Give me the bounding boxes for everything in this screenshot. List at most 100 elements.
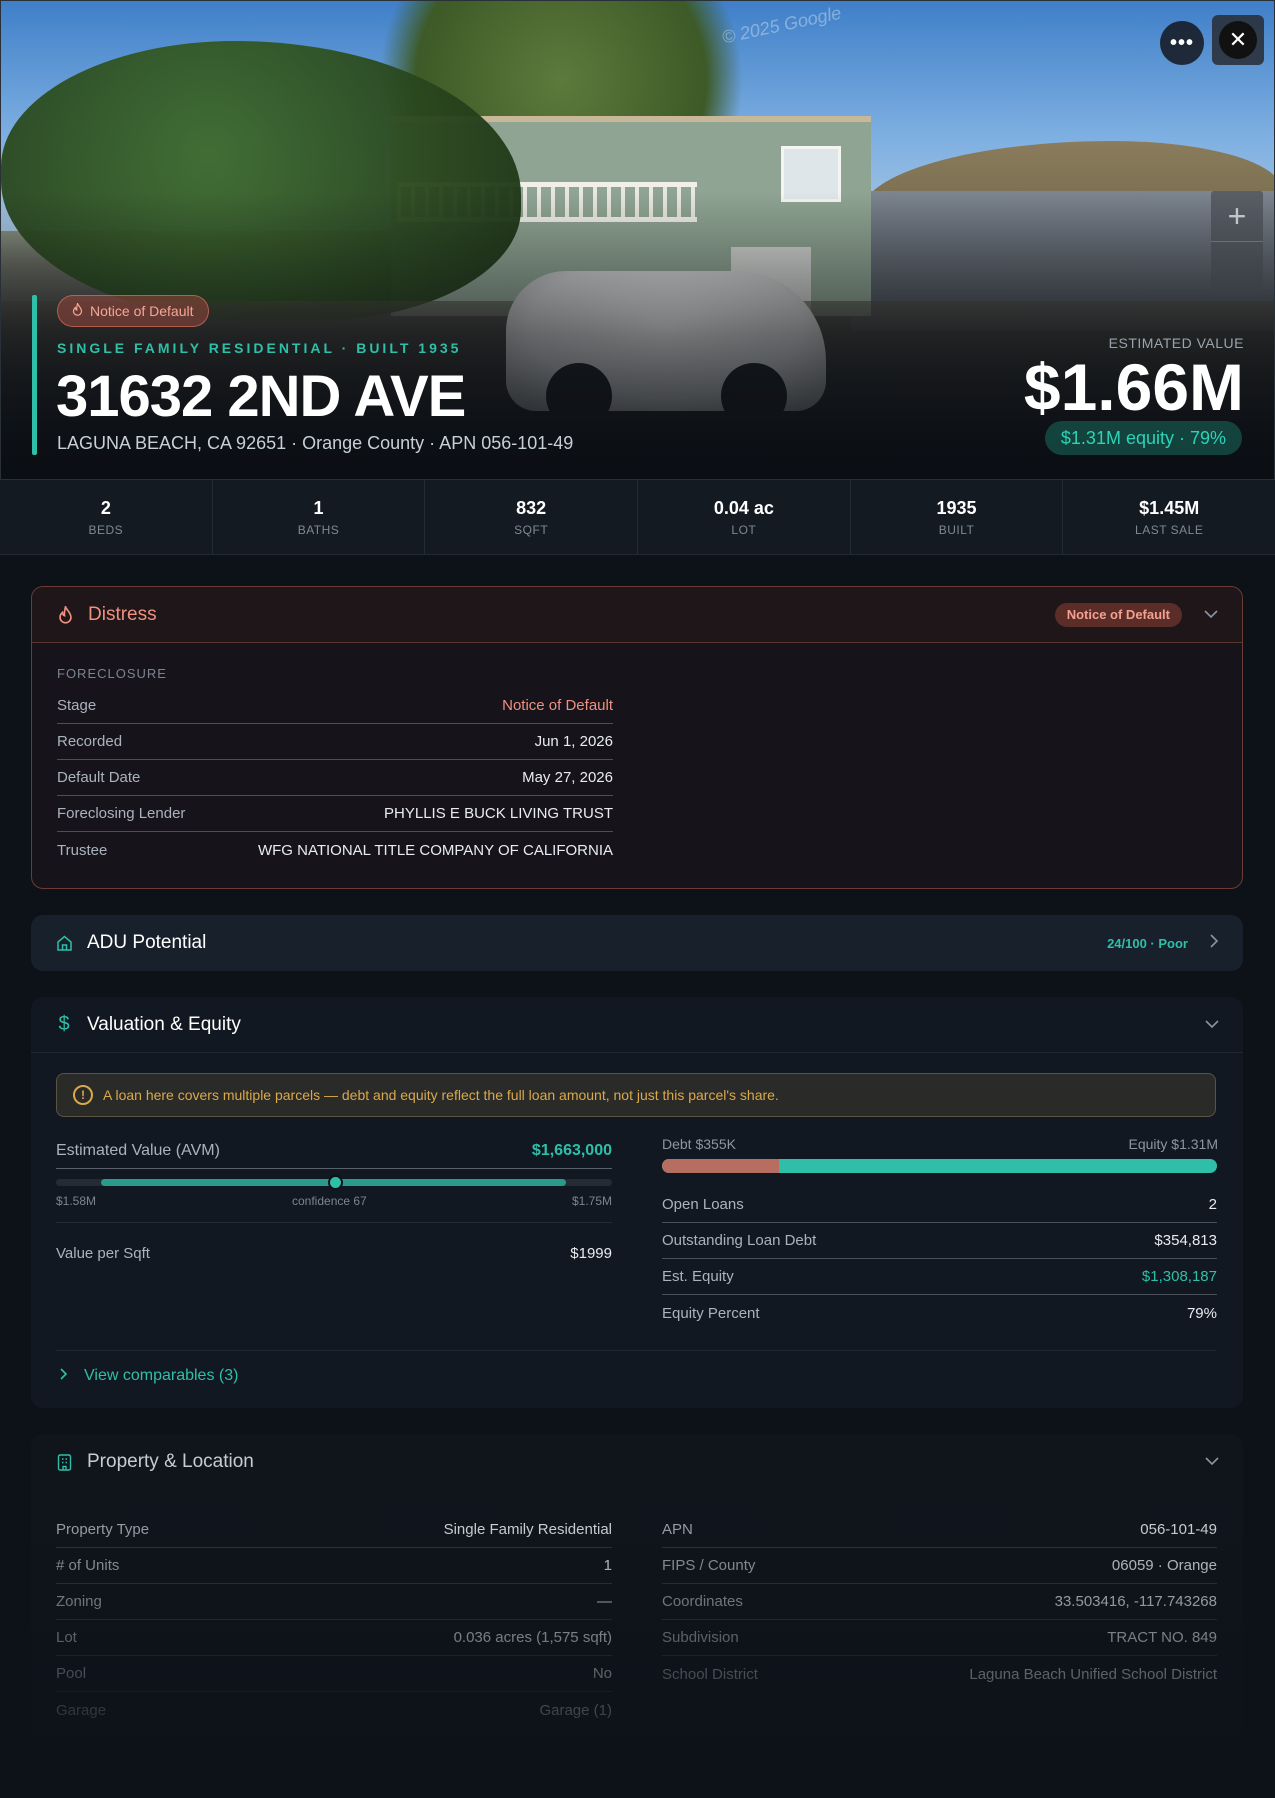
kv-recorded: Recorded Jun 1, 2026 (57, 724, 613, 760)
chevron-right-icon (1210, 933, 1219, 953)
kv-key: Foreclosing Lender (57, 805, 186, 822)
alert-icon: ! (73, 1085, 93, 1105)
debt-equity-bar (662, 1159, 1217, 1173)
zoom-in-button[interactable]: + (1211, 191, 1263, 241)
title-accent-bar (32, 295, 37, 455)
stat-label: LOT (731, 523, 757, 537)
distress-header[interactable]: Distress Notice of Default (32, 587, 1242, 643)
stat-built: 1935 BUILT (851, 480, 1064, 554)
estimated-value: $1.66M (1023, 350, 1244, 424)
adu-header[interactable]: ADU Potential 24/100 · Poor (31, 915, 1243, 971)
stats-bar: 2 BEDS 1 BATHS 832 SQFT 0.04 ac LOT 1935 BUIL… (0, 480, 1275, 555)
zoom-out-button[interactable] (1211, 241, 1263, 291)
kv-key: Outstanding Loan Debt (662, 1232, 817, 1249)
adu-title: ADU Potential (87, 932, 207, 953)
kv-default-date: Default Date May 27, 2026 (57, 760, 613, 796)
kv-value: No (592, 1665, 612, 1682)
divider (56, 1222, 612, 1223)
kv-garage: Garage Garage (1) (56, 1692, 612, 1728)
avm-range-bar (56, 1175, 612, 1190)
kv-key: Subdivision (662, 1629, 739, 1646)
chevron-down-icon (1205, 1016, 1219, 1034)
property-title: Property & Location (87, 1451, 254, 1472)
stat-value: 2 (100, 498, 111, 518)
kv-outstanding-debt: Outstanding Loan Debt $354,813 (662, 1223, 1217, 1259)
avm-range-low: $1.58M (56, 1194, 97, 1208)
stat-lot: 0.04 ac LOT (638, 480, 851, 554)
property-address: LAGUNA BEACH, CA 92651 · Orange County ·… (57, 433, 574, 453)
kv-avm: Estimated Value (AVM) $1,663,000 (56, 1133, 612, 1169)
distress-badge: Notice of Default (1054, 602, 1182, 627)
kv-key: School District (662, 1665, 758, 1683)
stat-baths: 1 BATHS (213, 480, 426, 554)
stat-beds: 2 BEDS (0, 480, 213, 554)
dollar-icon: $ (58, 1013, 70, 1035)
kv-key: Equity Percent (662, 1304, 760, 1322)
view-comparables-link[interactable]: View comparables (3) (56, 1350, 1216, 1400)
stat-value: 0.04 ac (713, 498, 774, 518)
adu-score: 24/100 · Poor (1107, 935, 1188, 951)
chevron-right-icon (60, 1367, 68, 1385)
kv-value: 056-101-49 (1140, 1521, 1217, 1538)
kv-value: Single Family Residential (443, 1521, 612, 1538)
close-button[interactable]: ✕ (1212, 15, 1264, 65)
more-options-button[interactable]: ••• (1160, 21, 1204, 65)
kv-value: — (597, 1593, 612, 1610)
kv-open-loans: Open Loans 2 (662, 1187, 1217, 1223)
kv-equity-percent: Equity Percent 79% (662, 1295, 1217, 1331)
kv-value: May 27, 2026 (522, 769, 613, 786)
kv-trustee: Trustee WFG NATIONAL TITLE COMPANY OF CAL… (57, 832, 613, 868)
kv-value: Notice of Default (502, 697, 613, 714)
kv-coordinates: Coordinates 33.503416, -117.743268 (662, 1584, 1217, 1620)
view-comparables-label: View comparables (3) (84, 1366, 239, 1384)
kv-property-type: Property Type Single Family Residential (56, 1512, 612, 1548)
kv-value: TRACT NO. 849 (1107, 1629, 1217, 1646)
kv-value: 0.036 acres (1,575 sqft) (453, 1629, 612, 1646)
kv-units: # of Units 1 (56, 1548, 612, 1584)
kv-key: Recorded (57, 733, 123, 750)
property-location-card: Property & Location Property Type Single … (31, 1434, 1243, 1764)
flame-icon (56, 605, 74, 624)
flame-icon (72, 301, 83, 319)
more-horizontal-icon: ••• (1169, 31, 1194, 54)
kv-key: Trustee (57, 841, 108, 859)
chevron-down-icon (1204, 606, 1218, 624)
kv-value: Laguna Beach Unified School District (969, 1665, 1217, 1683)
stat-last-sale: $1.45M LAST SALE (1063, 480, 1275, 554)
kv-key: Zoning (56, 1593, 102, 1610)
kv-value: $354,813 (1154, 1232, 1217, 1249)
debt-segment (662, 1159, 779, 1173)
valuation-header[interactable]: $ Valuation & Equity (31, 997, 1243, 1053)
kv-lot: Lot 0.036 acres (1,575 sqft) (56, 1620, 612, 1656)
adu-potential-card[interactable]: ADU Potential 24/100 · Poor (31, 915, 1243, 971)
kv-key: Property Type (56, 1521, 150, 1538)
multi-parcel-notice: ! A loan here covers multiple parcels — … (56, 1073, 1216, 1117)
kv-pool: Pool No (56, 1656, 612, 1692)
property-header[interactable]: Property & Location (31, 1434, 1243, 1490)
avm-estimate-marker (328, 1175, 343, 1190)
debt-label: Debt $355K (662, 1136, 736, 1152)
kv-value: PHYLLIS E BUCK LIVING TRUST (384, 805, 613, 822)
stat-label: SQFT (514, 523, 549, 537)
distress-title: Distress (88, 603, 157, 625)
distress-card: Distress Notice of Default FORECLOSURE S… (31, 586, 1243, 889)
stat-label: BEDS (88, 523, 124, 537)
kv-subdivision: Subdivision TRACT NO. 849 (662, 1620, 1217, 1656)
section-label: FORECLOSURE (57, 666, 167, 681)
kv-apn: APN 056-101-49 (662, 1512, 1217, 1548)
page-title: 31632 2ND AVE (56, 364, 466, 429)
street-view-zoom: + (1211, 191, 1263, 291)
kv-key: Estimated Value (AVM) (56, 1141, 220, 1159)
status-badge-label: Notice of Default (90, 303, 194, 319)
kv-key: Coordinates (662, 1593, 743, 1610)
kv-value: 1 (603, 1557, 612, 1574)
kv-key: Value per Sqft (56, 1244, 150, 1262)
stat-value: 1935 (936, 498, 977, 518)
kv-value: WFG NATIONAL TITLE COMPANY OF CALIFORNIA (257, 841, 613, 859)
stat-value: 1 (313, 498, 324, 518)
kv-stage: Stage Notice of Default (57, 688, 613, 724)
stat-label: BUILT (938, 523, 975, 537)
close-icon: ✕ (1219, 21, 1257, 59)
kv-value: Garage (1) (539, 1701, 612, 1719)
kv-value: 2 (1208, 1196, 1217, 1213)
